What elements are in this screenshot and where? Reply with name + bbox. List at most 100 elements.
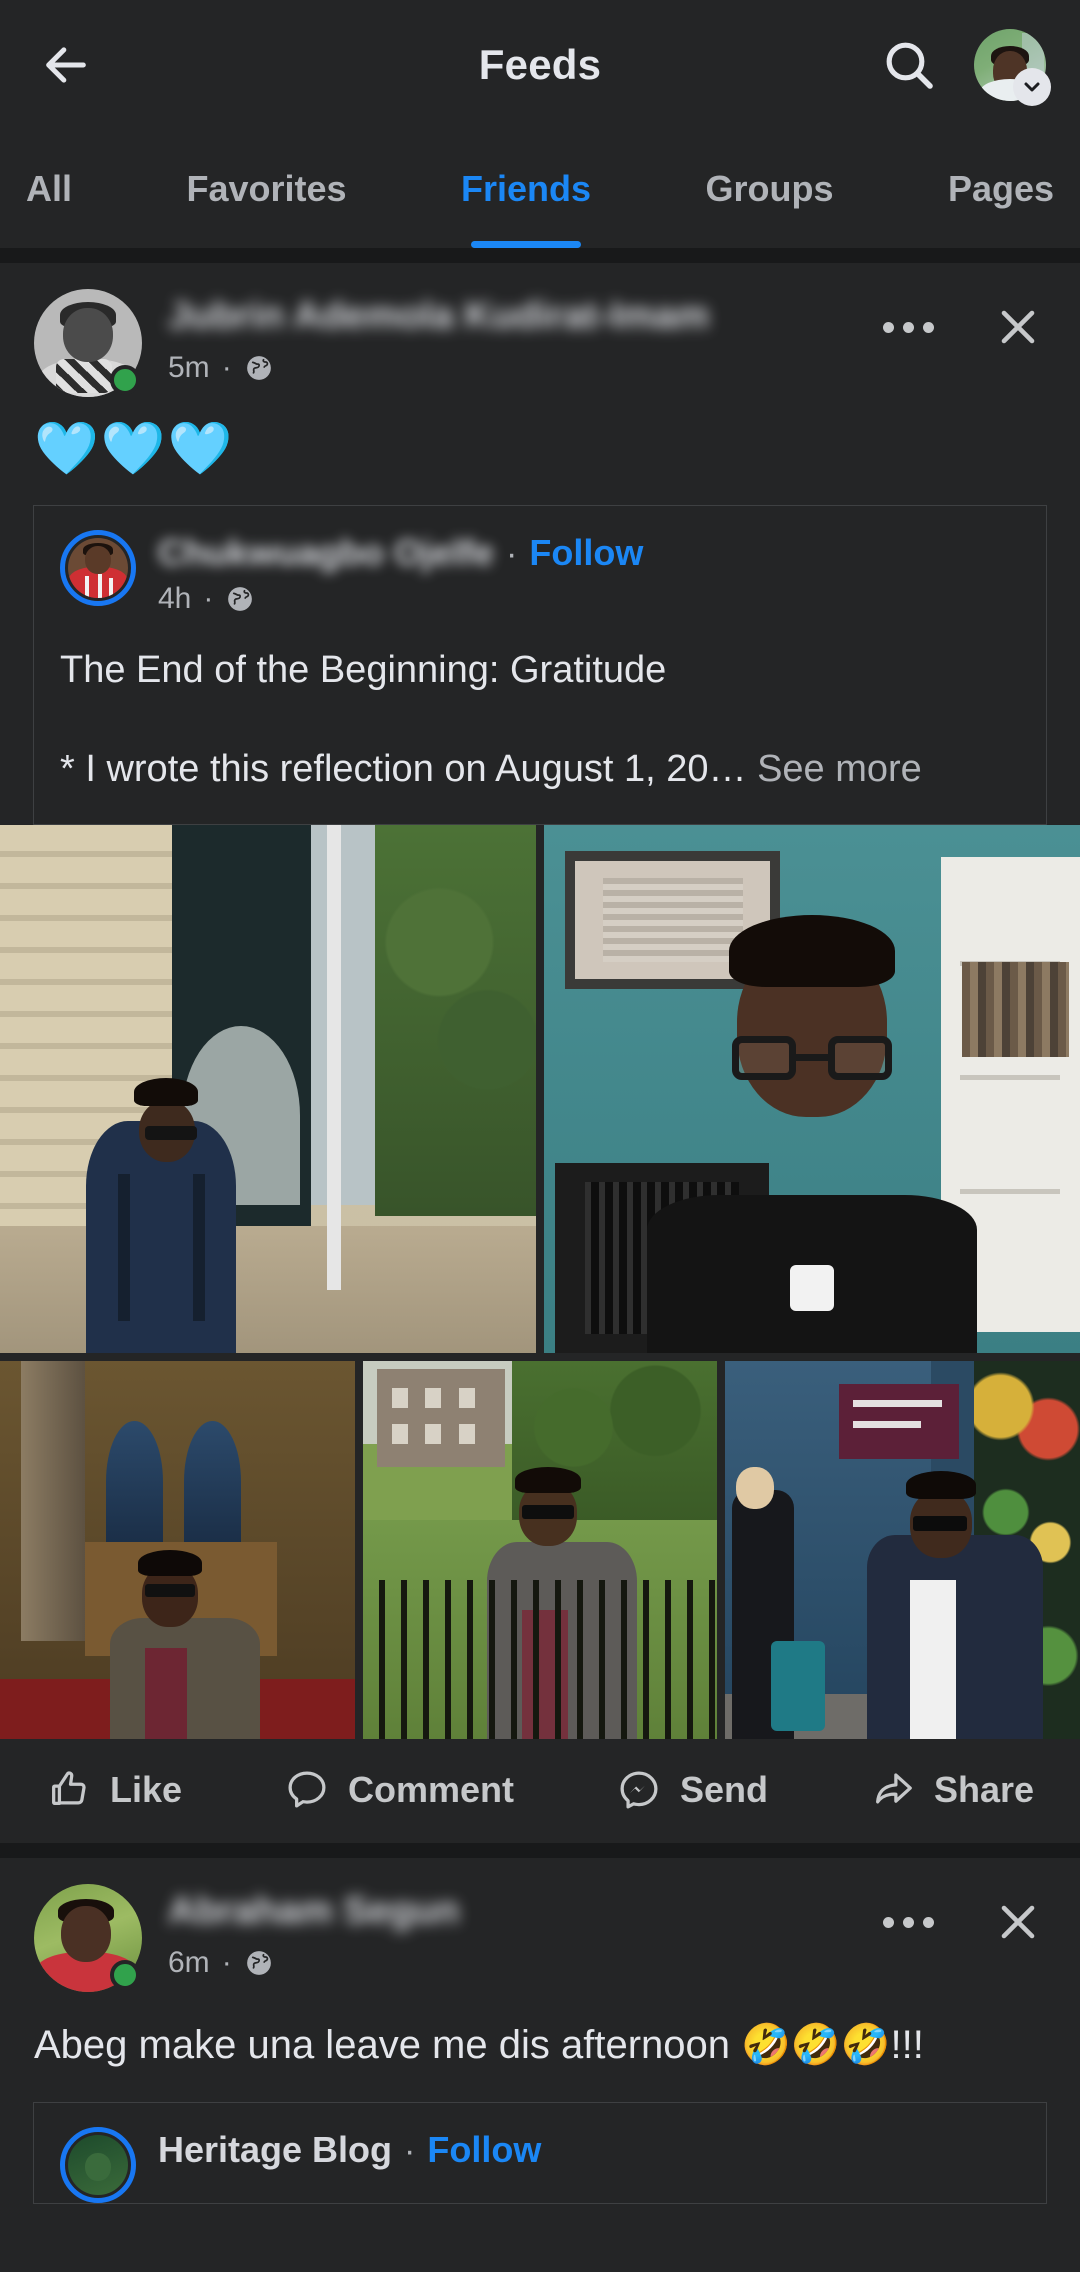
globe-icon <box>228 587 253 611</box>
tab-groups-label: Groups <box>705 168 834 209</box>
top-bar-actions <box>878 29 1051 106</box>
post-1-header: Jubrin Ademola Kudirat-Imam 5m · <box>0 263 1080 397</box>
share-arrow-icon <box>875 1773 912 1804</box>
top-app-bar: Feeds <box>0 0 1080 130</box>
avatar-chevron-badge <box>1013 68 1051 106</box>
post-1-menu-button[interactable] <box>873 312 944 343</box>
profile-avatar-button[interactable] <box>974 29 1051 106</box>
shared-author-name[interactable]: Chukwuagbo Ojelfe <box>158 532 494 574</box>
post-2-timestamp: 6m <box>168 1945 210 1979</box>
post-1-close-button[interactable] <box>990 299 1046 355</box>
post-2-meta-separator: · <box>221 1945 232 1979</box>
follow-button[interactable]: Follow <box>529 532 643 574</box>
shared-post-body-line: * I wrote this reflection on August 1, 2… <box>60 741 1020 798</box>
photo-cathedral[interactable] <box>0 1361 355 1739</box>
post-2-header-actions <box>873 1884 1046 1950</box>
shared-author-avatar <box>68 538 128 598</box>
header-separator <box>0 248 1080 263</box>
facebook-feeds-screen: Feeds All Favorites Friends Groups Pages… <box>0 0 1080 2272</box>
post-1-author-name[interactable]: Jubrin Ademola Kudirat-Imam <box>168 293 855 341</box>
messenger-icon <box>620 1771 658 1809</box>
shared-name-separator-2: · <box>404 2132 416 2170</box>
globe-icon <box>246 355 271 380</box>
send-button[interactable]: Send <box>616 1767 768 1813</box>
post-1-author-block: Jubrin Ademola Kudirat-Imam 5m · <box>168 289 855 385</box>
tab-friends[interactable]: Friends <box>461 130 591 248</box>
post-2: Abraham Segun 6m · Abeg make una leave m… <box>0 1858 1080 2204</box>
post-2-avatar-wrap[interactable] <box>34 1884 142 1992</box>
post-2-menu-button[interactable] <box>873 1907 944 1938</box>
shared-meta-separator: · <box>203 582 214 615</box>
close-icon <box>1001 1905 1035 1939</box>
photo-park-fence[interactable] <box>362 1361 718 1739</box>
shared-post-excerpt: * I wrote this reflection on August 1, 2… <box>60 748 747 790</box>
tab-pages[interactable]: Pages <box>948 130 1054 248</box>
like-button[interactable]: Like <box>46 1767 182 1813</box>
post-1-timestamp: 5m <box>168 350 210 384</box>
shared-author-avatar-ring-2[interactable] <box>60 2127 136 2203</box>
shared-author-block: Chukwuagbo Ojelfe · Follow 4h · <box>158 530 1020 616</box>
post-2-shared-card[interactable]: Heritage Blog · Follow <box>33 2102 1047 2204</box>
tab-all[interactable]: All <box>26 130 72 248</box>
post-1-avatar-wrap[interactable] <box>34 289 142 397</box>
feed-filter-tabs: All Favorites Friends Groups Pages <box>0 130 1080 248</box>
post-2-body: Abeg make una leave me dis afternoon 🤣🤣🤣… <box>0 1992 1080 2072</box>
globe-icon <box>246 1950 271 1975</box>
photo-airport-suit[interactable] <box>725 1361 1080 1739</box>
post-1-body: 🩵🩵🩵 <box>0 397 1080 475</box>
shared-post-meta: 4h · <box>158 582 1020 616</box>
post-1-header-actions <box>873 289 1046 355</box>
post-2-meta: 6m · <box>168 1946 855 1980</box>
post-1-shared-card[interactable]: Chukwuagbo Ojelfe · Follow 4h · The End … <box>33 505 1047 825</box>
shared-card-header-2: Heritage Blog · Follow <box>34 2103 1046 2203</box>
shared-author-nameline: Chukwuagbo Ojelfe · Follow <box>158 532 1020 574</box>
shared-author-block-2: Heritage Blog · Follow <box>158 2127 1020 2171</box>
photo-grid-row-1 <box>0 825 1080 1353</box>
tab-favorites-label: Favorites <box>186 168 347 209</box>
comment-button[interactable]: Comment <box>284 1767 514 1813</box>
chevron-down-icon <box>1024 82 1040 92</box>
photo-priest-portrait[interactable] <box>544 825 1080 1353</box>
shared-author-name-2[interactable]: Heritage Blog <box>158 2129 392 2171</box>
post-2-text: Abeg make una leave me dis afternoon 🤣🤣🤣… <box>34 2023 924 2067</box>
shared-post-timestamp: 4h <box>158 582 192 615</box>
online-status-dot <box>110 1960 140 1990</box>
share-label: Share <box>933 1769 1034 1810</box>
post-1: Jubrin Ademola Kudirat-Imam 5m · 🩵🩵🩵 Chu… <box>0 263 1080 1843</box>
post-2-author-name[interactable]: Abraham Segun <box>168 1888 855 1936</box>
post-2-header: Abraham Segun 6m · <box>0 1858 1080 1992</box>
search-icon <box>886 42 933 89</box>
see-more-link[interactable]: See more <box>757 748 922 790</box>
post-separator <box>0 1843 1080 1858</box>
like-label: Like <box>110 1769 183 1810</box>
shared-name-separator: · <box>506 535 518 573</box>
post-2-author-block: Abraham Segun 6m · <box>168 1884 855 1980</box>
online-status-dot <box>110 365 140 395</box>
send-label: Send <box>679 1769 768 1810</box>
shared-post-title-line: The End of the Beginning: Gratitude <box>60 649 667 691</box>
tab-pages-label: Pages <box>947 168 1055 209</box>
active-tab-underline <box>471 241 581 248</box>
shared-author-avatar-ring[interactable] <box>60 530 136 606</box>
post-1-meta: 5m · <box>168 351 855 385</box>
photo-grid-row-2 <box>0 1361 1080 1739</box>
follow-button-2[interactable]: Follow <box>427 2129 541 2171</box>
close-icon <box>1001 310 1035 344</box>
post-1-action-bar: Like Comment Send Share <box>0 1739 1080 1843</box>
post-1-meta-separator: · <box>221 350 232 384</box>
post-2-close-button[interactable] <box>990 1894 1046 1950</box>
photo-street-city[interactable] <box>0 825 536 1353</box>
comment-label: Comment <box>348 1769 515 1810</box>
comment-bubble-icon <box>288 1771 326 1808</box>
tab-friends-label: Friends <box>461 168 592 209</box>
search-button[interactable] <box>878 34 940 96</box>
back-button[interactable] <box>34 33 98 97</box>
shared-author-nameline-2: Heritage Blog · Follow <box>158 2129 1020 2171</box>
post-1-text: 🩵🩵🩵 <box>34 420 235 478</box>
shared-card-header: Chukwuagbo Ojelfe · Follow 4h · <box>34 506 1046 616</box>
tab-groups[interactable]: Groups <box>705 130 833 248</box>
shared-post-text: The End of the Beginning: Gratitude * I … <box>34 616 1046 824</box>
shared-author-avatar-2 <box>68 2135 128 2195</box>
tab-favorites[interactable]: Favorites <box>186 130 346 248</box>
share-button[interactable]: Share <box>870 1767 1034 1813</box>
